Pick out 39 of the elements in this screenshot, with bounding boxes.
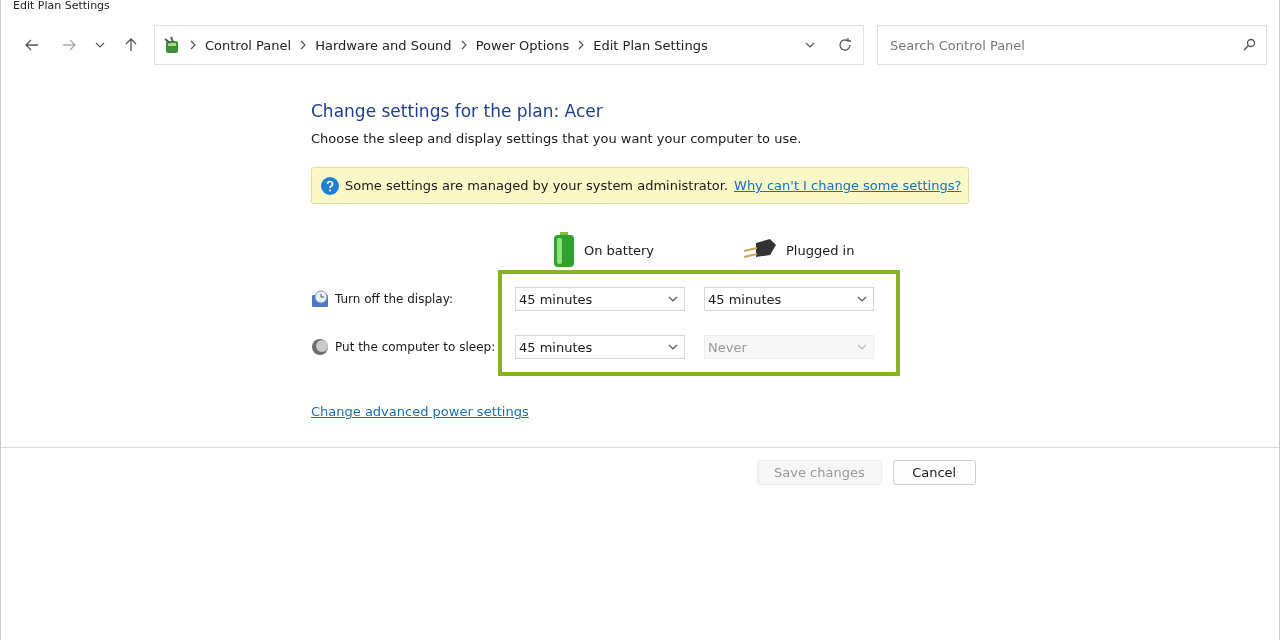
chevron-down-icon xyxy=(857,296,867,302)
column-heading: On battery xyxy=(584,242,655,258)
time-dropdown[interactable]: 45 minutes xyxy=(704,287,874,311)
chevron-icon xyxy=(459,40,468,50)
column-heading: Plugged in xyxy=(786,242,855,258)
page-heading: Change settings for the plan: Acer xyxy=(311,101,604,121)
breadcrumb-item[interactable]: Control Panel xyxy=(205,37,292,53)
search-input[interactable]: Search Control Panel xyxy=(888,36,1242,54)
up-arrow-icon[interactable] xyxy=(125,38,138,52)
time-dropdown[interactable]: 45 minutes xyxy=(515,287,685,311)
help-icon xyxy=(321,176,339,195)
help-link[interactable]: Why can't I change some settings? xyxy=(734,178,962,193)
moon-icon xyxy=(311,338,329,356)
plug-icon xyxy=(742,239,778,261)
back-arrow-icon[interactable] xyxy=(24,39,39,51)
chevron-down-icon xyxy=(805,42,815,48)
time-dropdown[interactable]: 45 minutes xyxy=(515,335,685,359)
address-bar[interactable]: Control Panel Hardware and Sound Power Options Edit Plan Settings xyxy=(154,25,864,65)
window-title: Edit Plan Settings xyxy=(13,0,110,12)
chevron-icon xyxy=(299,40,308,50)
notice-text: Some settings are managed by your system administrator. xyxy=(345,178,729,193)
chevron-icon xyxy=(189,40,197,50)
breadcrumb-item[interactable]: Hardware and Sound xyxy=(315,37,452,53)
setting-label: Put the computer to sleep: xyxy=(335,340,496,354)
advanced-settings-link[interactable]: Change advanced power settings xyxy=(311,404,529,419)
chevron-down-icon xyxy=(668,344,678,350)
chevron-down-icon xyxy=(857,344,867,350)
search-field[interactable]: Search Control Panel xyxy=(877,25,1267,65)
cancel-button[interactable]: Cancel xyxy=(892,460,976,485)
refresh-icon[interactable] xyxy=(837,37,853,53)
breadcrumb-item[interactable]: Edit Plan Settings xyxy=(593,37,708,53)
search-icon xyxy=(1242,38,1256,52)
chevron-down-icon xyxy=(668,296,678,302)
monitor-clock-icon xyxy=(311,290,329,308)
setting-label: Turn off the display: xyxy=(335,292,453,306)
chevron-icon xyxy=(577,40,586,50)
breadcrumb-item[interactable]: Power Options xyxy=(475,37,570,53)
description-text: Choose the sleep and display settings that you want your computer to use. xyxy=(311,131,803,146)
battery-icon xyxy=(552,232,576,268)
